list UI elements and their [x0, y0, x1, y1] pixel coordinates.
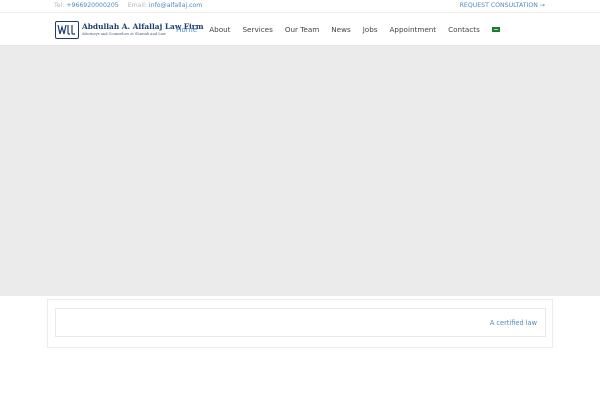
saudi-flag-icon[interactable]	[491, 27, 500, 32]
request-consultation-link[interactable]: REQUEST CONSULTATION →	[460, 2, 545, 9]
nav-item-appointment[interactable]: Appointment	[390, 25, 437, 35]
contact-info: Tel: +966920000205 Email: info@alfallaj.…	[54, 2, 202, 9]
nav-item-about[interactable]: About	[209, 25, 230, 35]
top-bar: Tel: +966920000205 Email: info@alfallaj.…	[0, 0, 600, 13]
email-label: Email:	[127, 2, 147, 9]
nav-item-jobs[interactable]: Jobs	[363, 25, 378, 35]
email-link[interactable]: info@alfallaj.com	[149, 2, 202, 9]
nav-item-news[interactable]: News	[331, 25, 350, 35]
nav-item-home[interactable]: Home	[176, 25, 197, 35]
nav-item-contacts[interactable]: Contacts	[448, 25, 480, 35]
main-header: Abdullah A. Alfallaj Law Firm Attorneys …	[0, 14, 600, 46]
nav-item-our-team[interactable]: Our Team	[285, 25, 319, 35]
certified-panel: A certified law	[55, 308, 546, 337]
law-firm-emblem-icon	[55, 21, 79, 39]
certified-law-text: A certified law	[489, 319, 537, 327]
logo[interactable]: Abdullah A. Alfallaj Law Firm Attorneys …	[55, 19, 204, 41]
tel-link[interactable]: +966920000205	[66, 2, 118, 9]
logo-tagline: Attorneys and Counselors at Shariah and …	[82, 32, 166, 36]
main-nav: Home About Services Our Team News Jobs A…	[176, 25, 500, 35]
nav-item-services[interactable]: Services	[243, 25, 273, 35]
hero-banner	[0, 46, 600, 296]
certified-section: A certified law	[47, 299, 553, 348]
tel-label: Tel:	[54, 2, 65, 9]
